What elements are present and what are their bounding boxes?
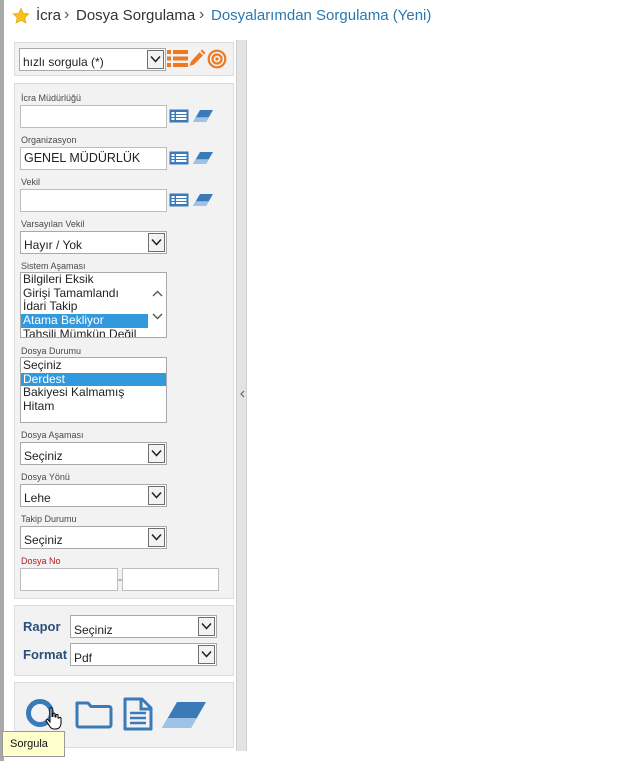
varsayilan-vekil-label: Varsayılan Vekil — [21, 219, 85, 229]
list-item-selected[interactable]: Derdest — [21, 372, 166, 387]
quick-query-value: hızlı sorgula (*) — [23, 55, 104, 69]
pencil-icon[interactable] — [188, 48, 207, 69]
collapse-bar[interactable] — [236, 40, 247, 751]
dosya-durumu-label: Dosya Durumu — [21, 346, 82, 356]
dosya-no-from-input[interactable] — [20, 568, 118, 591]
eraser-icon[interactable] — [192, 151, 214, 165]
breadcrumb-separator: › — [199, 6, 205, 23]
rapor-select[interactable]: Seçiniz — [70, 615, 217, 638]
icra-mudurlugu-input[interactable] — [20, 105, 167, 128]
dosya-durumu-listbox[interactable]: Seçiniz Derdest Bakiyesi Kalmamış Hitam — [20, 357, 167, 423]
list-picker-icon[interactable] — [169, 151, 189, 165]
takip-durumu-value: Seçiniz — [24, 533, 63, 547]
rapor-value: Seçiniz — [74, 623, 113, 637]
sistem-asamasi-listbox[interactable]: Bilgileri Eksik Girişi Tamamlandı İdari … — [20, 272, 167, 338]
eraser-button[interactable] — [161, 701, 207, 729]
dropdown-arrow — [148, 233, 165, 252]
format-select[interactable]: Pdf — [70, 643, 217, 666]
varsayilan-vekil-select[interactable]: Hayır / Yok — [20, 231, 167, 254]
dosya-asamasi-value: Seçiniz — [24, 449, 63, 463]
breadcrumb-item-current: Dosyalarımdan Sorgulama (Yeni) — [211, 7, 432, 24]
star-icon[interactable] — [12, 7, 30, 25]
eraser-icon[interactable] — [192, 109, 214, 123]
quick-query-select[interactable]: hızlı sorgula (*) — [19, 48, 166, 71]
dropdown-arrow — [148, 528, 165, 547]
breadcrumb-item-dosya-sorgulama[interactable]: Dosya Sorgulama — [76, 7, 195, 24]
dropdown-arrow — [198, 645, 215, 664]
format-value: Pdf — [74, 651, 93, 665]
listbox-scrollbar[interactable] — [149, 273, 166, 337]
chevron-up-icon[interactable] — [152, 290, 163, 297]
cursor-hand-icon — [45, 707, 62, 730]
dropdown-arrow — [198, 617, 215, 636]
list-icon[interactable] — [167, 49, 188, 68]
organizasyon-input[interactable]: GENEL MÜDÜRLÜK — [20, 147, 167, 170]
breadcrumb-item-icra[interactable]: İcra — [36, 7, 61, 24]
dosya-no-label: Dosya No — [21, 556, 61, 566]
takip-durumu-select[interactable]: Seçiniz — [20, 526, 167, 549]
dosya-asamasi-label: Dosya Aşaması — [21, 430, 84, 440]
breadcrumb: İcra › Dosya Sorgulama › Dosyalarımdan S… — [10, 5, 610, 27]
varsayilan-vekil-value: Hayır / Yok — [24, 238, 83, 252]
chevron-left-icon[interactable] — [239, 390, 245, 398]
chevron-down-icon[interactable] — [152, 313, 163, 320]
dosya-yonu-value: Lehe — [24, 491, 51, 505]
takip-durumu-label: Takip Durumu — [21, 514, 77, 524]
sistem-asamasi-label: Sistem Aşaması — [21, 261, 86, 271]
eraser-icon[interactable] — [192, 193, 214, 207]
dosya-no-to-input[interactable] — [122, 568, 219, 591]
list-picker-icon[interactable] — [169, 193, 189, 207]
tooltip: Sorgula — [2, 731, 65, 757]
dosya-asamasi-select[interactable]: Seçiniz — [20, 442, 167, 465]
rapor-label: Rapor — [23, 619, 61, 634]
list-item[interactable]: Bakiyesi Kalmamış — [21, 386, 166, 400]
format-label: Format — [23, 647, 68, 662]
dropdown-arrow — [147, 50, 164, 69]
vekil-label: Vekil — [21, 177, 41, 187]
breadcrumb-separator: › — [64, 6, 70, 23]
chevron-down-icon — [151, 238, 162, 246]
dropdown-arrow — [148, 444, 165, 463]
chevron-down-icon — [201, 622, 212, 630]
chevron-down-icon — [151, 491, 162, 499]
dosya-yonu-select[interactable]: Lehe — [20, 484, 167, 507]
list-item[interactable]: Tahsili Mümkün Değil — [21, 327, 148, 337]
list-item-selected[interactable]: Atama Bekliyor — [21, 313, 148, 328]
organizasyon-label: Organizasyon — [21, 135, 77, 145]
chevron-down-icon — [150, 55, 161, 63]
vekil-input[interactable] — [20, 189, 167, 212]
tooltip-text: Sorgula — [10, 738, 48, 750]
dropdown-arrow — [148, 486, 165, 505]
chevron-down-icon — [201, 650, 212, 658]
chevron-down-icon — [151, 533, 162, 541]
list-picker-icon[interactable] — [169, 109, 189, 123]
document-button[interactable] — [122, 697, 154, 731]
list-item[interactable]: Seçiniz — [21, 358, 166, 373]
left-border — [0, 0, 4, 761]
folder-button[interactable] — [75, 699, 113, 729]
list-item[interactable]: İdari Takip — [21, 300, 148, 314]
list-item[interactable]: Bilgileri Eksik — [21, 273, 148, 287]
chevron-down-icon — [151, 449, 162, 457]
icra-mudurlugu-label: İcra Müdürlüğü — [21, 93, 82, 103]
list-item[interactable]: Girişi Tamamlandı — [21, 286, 148, 301]
target-icon[interactable] — [207, 49, 227, 69]
dosya-yonu-label: Dosya Yönü — [21, 472, 70, 482]
list-item[interactable]: Hitam — [21, 399, 166, 414]
